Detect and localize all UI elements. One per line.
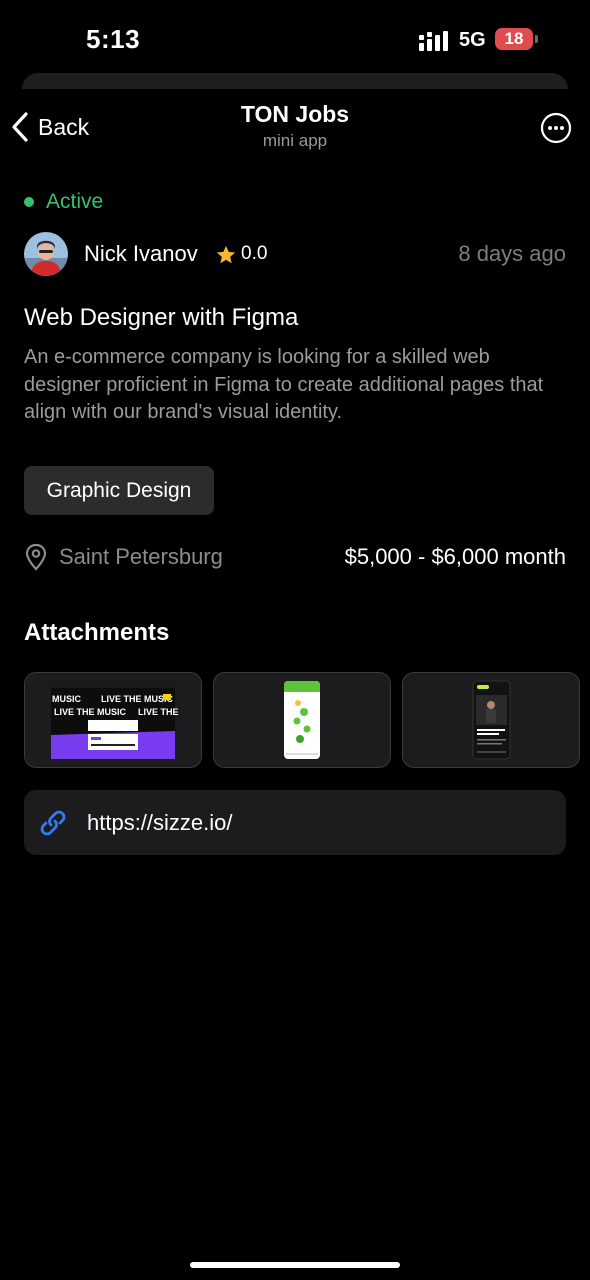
author-name[interactable]: Nick Ivanov — [84, 241, 198, 267]
thumb-text-left-top: MUSIC — [52, 694, 82, 704]
battery-icon: 18 — [495, 28, 539, 52]
battery-level: 18 — [504, 29, 524, 48]
avatar[interactable] — [24, 232, 68, 276]
category-tag[interactable]: Graphic Design — [24, 466, 214, 515]
attachment-thumbnail-2[interactable] — [213, 672, 391, 768]
link-icon — [40, 810, 66, 836]
attachment-image-music-site: MUSIC LIVE THE MUSIC LIVE THE MUSIC LIVE… — [51, 682, 179, 759]
status-label: Active — [46, 190, 104, 213]
network-label: 5G — [459, 29, 486, 51]
website-link[interactable]: https://sizze.io/ — [24, 790, 566, 855]
more-options-icon[interactable] — [540, 112, 572, 144]
rating-value: 0.0 — [241, 243, 268, 264]
page-title: TON Jobs — [240, 101, 350, 127]
attachment-image-fitness-app — [472, 680, 511, 760]
status-dot-icon — [24, 197, 34, 207]
attachment-thumbnail-1[interactable]: MUSIC LIVE THE MUSIC LIVE THE MUSIC LIVE… — [24, 672, 202, 768]
star-icon — [216, 245, 236, 264]
salary-label: $5,000 - $6,000 month — [344, 544, 566, 569]
page-subtitle: mini app — [262, 131, 328, 150]
location-label: Saint Petersburg — [59, 544, 223, 569]
status-time: 5:13 — [86, 24, 141, 54]
job-title: Web Designer with Figma — [24, 304, 299, 331]
attachment-image-mobile-app — [284, 681, 320, 759]
thumb-text-right-top: LIVE THE MUSIC — [101, 694, 174, 704]
job-description: An e-commerce company is looking for a s… — [24, 346, 544, 423]
sheet-top-edge — [22, 73, 568, 89]
attachment-thumbnail-3[interactable] — [402, 672, 580, 768]
thumb-text-right-bottom: LIVE THE — [138, 707, 179, 717]
signal-icon — [419, 31, 448, 51]
link-url: https://sizze.io/ — [87, 810, 233, 835]
thumb-text-left-bottom: LIVE THE MUSIC — [54, 707, 127, 717]
home-indicator[interactable] — [190, 1262, 400, 1268]
posted-time: 8 days ago — [458, 241, 566, 266]
location-pin-icon — [25, 543, 47, 571]
attachments-title: Attachments — [24, 619, 170, 646]
